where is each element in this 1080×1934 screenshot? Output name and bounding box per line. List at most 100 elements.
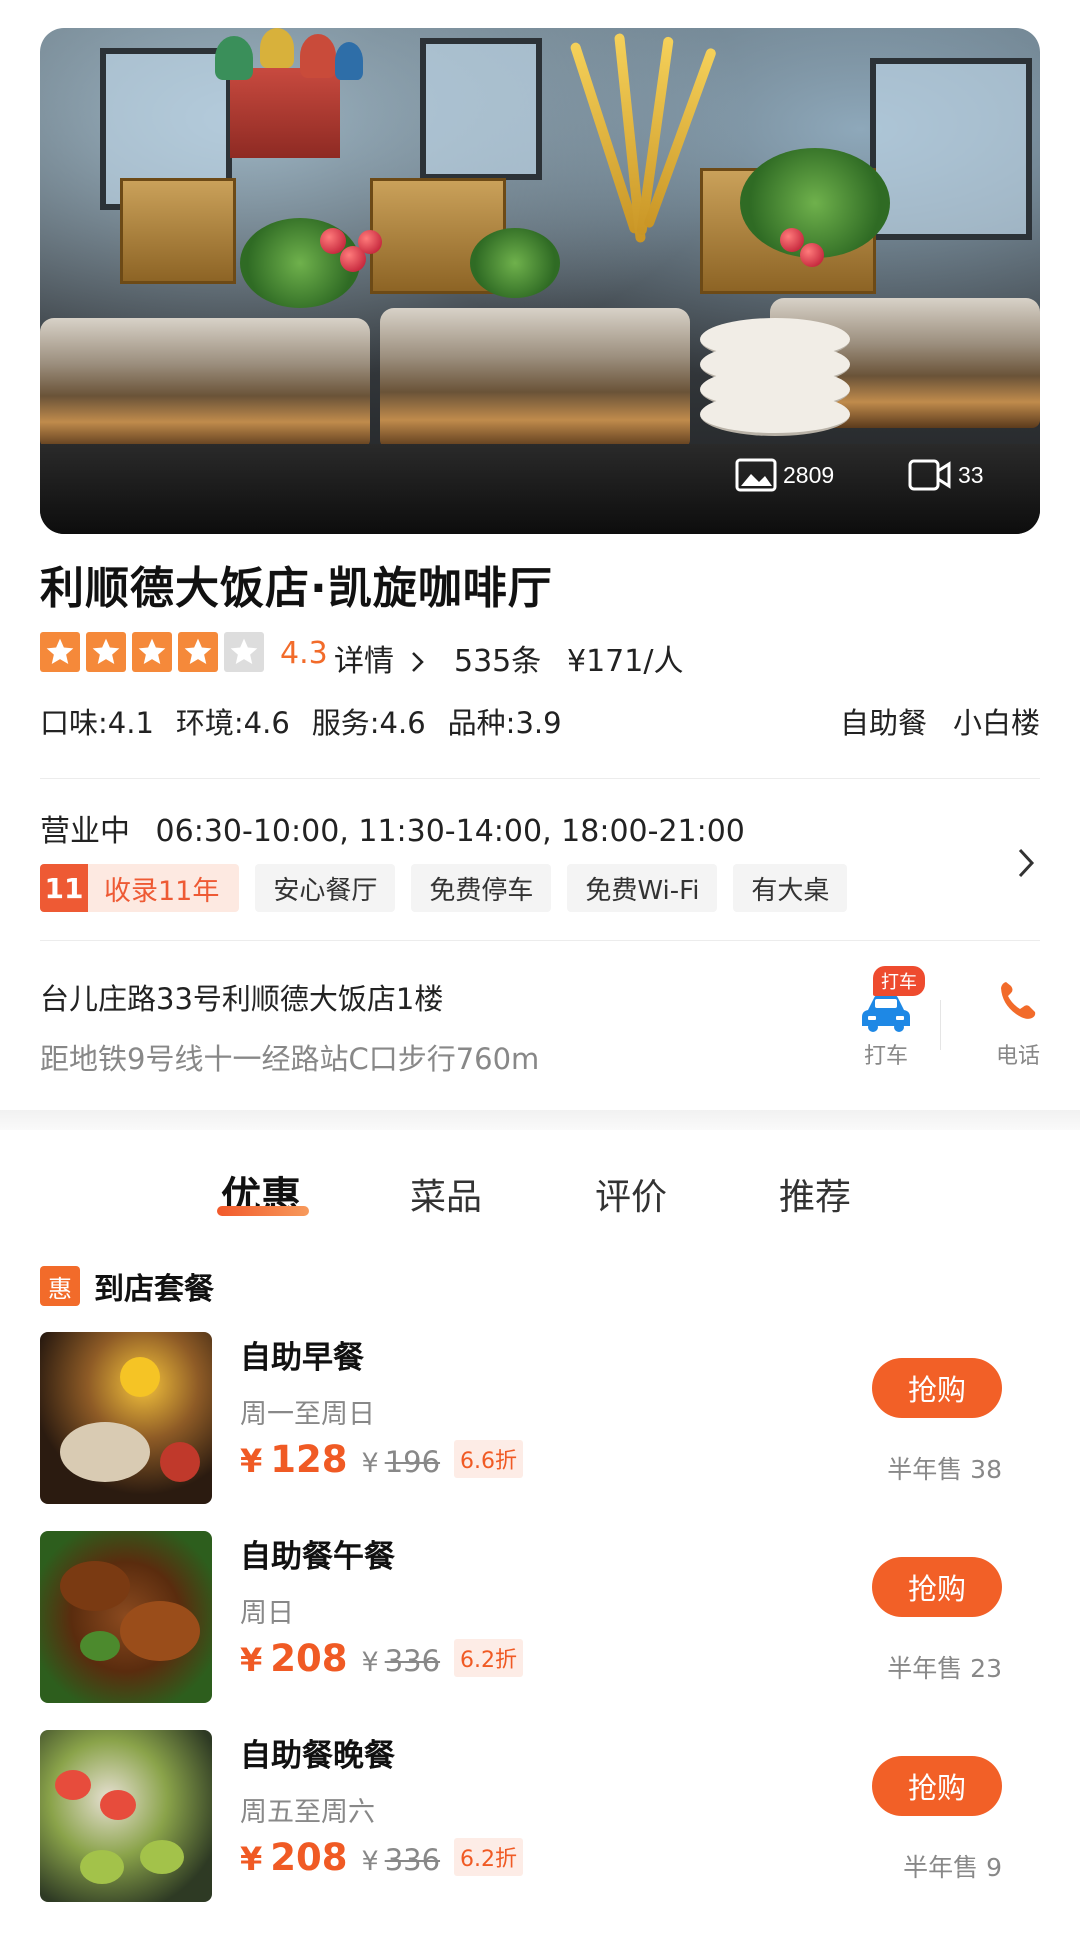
deal-pricing: ¥ 208 ¥ 336 6.2折	[240, 1637, 524, 1681]
star-rating	[40, 632, 264, 672]
discount-badge: 6.2折	[454, 1639, 524, 1677]
hours-times: 06:30-10:00, 11:30-14:00, 18:00-21:00	[155, 814, 745, 849]
category-tag[interactable]: 自助餐	[840, 700, 927, 742]
food-garnish	[55, 1770, 91, 1800]
deal-name: 自助餐午餐	[240, 1539, 395, 1575]
divider	[940, 1000, 941, 1050]
deal-price: 128	[270, 1438, 348, 1481]
avg-price: ¥171/人	[567, 644, 684, 679]
photo-count[interactable]: 2809	[735, 458, 834, 492]
buy-button[interactable]: 抢购	[872, 1358, 1002, 1418]
food-garnish	[160, 1442, 200, 1482]
restaurant-name: 利顺德大饭店·凯旋咖啡厅	[40, 563, 553, 614]
food-cup	[80, 1850, 124, 1884]
hero-photo[interactable]: 2809 33	[40, 28, 1040, 534]
discount-badge: 6.2折	[454, 1838, 524, 1876]
food-piece	[60, 1561, 130, 1611]
phone-icon	[1001, 982, 1036, 1019]
deal-item[interactable]: 自助餐晚餐 周五至周六 ¥ 208 ¥ 336 6.2折 抢购 半年售 9	[40, 1730, 1040, 1902]
score-service: 服务:4.6	[311, 706, 426, 740]
area-tag[interactable]: 小白楼	[953, 700, 1040, 742]
years-badge-number: 11	[40, 864, 88, 912]
score-variety: 品种:3.9	[447, 706, 562, 740]
years-badge: 11 收录11年	[40, 864, 240, 912]
deal-days: 周日	[240, 1598, 294, 1629]
deal-thumbnail	[40, 1730, 212, 1902]
food-garnish	[100, 1790, 136, 1820]
window-decoration	[870, 58, 1032, 240]
window-decoration	[420, 38, 542, 180]
video-count[interactable]: 33	[908, 458, 984, 492]
star-filled-icon	[86, 632, 126, 672]
deal-thumbnail	[40, 1531, 212, 1703]
deal-name: 自助餐晚餐	[240, 1738, 395, 1774]
original-currency: ¥	[361, 1846, 379, 1877]
chevron-right-icon[interactable]	[1016, 846, 1036, 880]
original-currency: ¥	[361, 1647, 379, 1678]
open-status: 营业中	[40, 814, 130, 849]
chafing-dish	[40, 318, 370, 448]
castle-dome	[335, 42, 363, 80]
castle-dome	[300, 34, 336, 78]
rating-detail-link[interactable]: 详情	[334, 636, 426, 680]
original-price: 336	[384, 1644, 441, 1678]
food-cup	[140, 1840, 184, 1874]
feature-chip-large-table: 有大桌	[733, 864, 848, 912]
business-hours[interactable]: 营业中 06:30-10:00, 11:30-14:00, 18:00-21:0…	[40, 806, 745, 850]
greens-decoration	[740, 148, 890, 258]
plate-stack	[700, 393, 850, 436]
divider	[40, 940, 1040, 941]
deal-icon: 惠	[40, 1266, 80, 1306]
sold-count: 半年售 23	[887, 1654, 1002, 1683]
food-piece	[120, 1601, 200, 1661]
deal-price: 208	[270, 1637, 348, 1680]
phone-button[interactable]: 电话	[988, 978, 1048, 1070]
deal-name: 自助早餐	[240, 1340, 364, 1376]
berry	[358, 230, 382, 254]
deal-days: 周一至周日	[240, 1399, 375, 1430]
years-badge-text: 收录11年	[88, 864, 240, 912]
deal-pricing: ¥ 208 ¥ 336 6.2折	[240, 1836, 524, 1880]
divider	[40, 778, 1040, 779]
price-currency: ¥	[240, 1641, 263, 1679]
berry	[800, 243, 824, 267]
buy-button[interactable]: 抢购	[872, 1557, 1002, 1617]
price-currency: ¥	[240, 1840, 263, 1878]
feature-chip-parking: 免费停车	[411, 864, 552, 912]
deal-thumbnail	[40, 1332, 212, 1504]
deal-item[interactable]: 自助早餐 周一至周日 ¥ 128 ¥ 196 6.6折 抢购 半年售 38	[40, 1332, 1040, 1504]
car-icon	[862, 994, 910, 1032]
berry	[780, 228, 804, 252]
tab-active-indicator	[217, 1206, 309, 1216]
score-taste: 口味:4.1	[40, 706, 154, 740]
deal-item[interactable]: 自助餐午餐 周日 ¥ 208 ¥ 336 6.2折 抢购 半年售 23	[40, 1531, 1040, 1703]
food-garnish	[120, 1357, 160, 1397]
metro-distance: 距地铁9号线十一经路站C口步行760m	[40, 1042, 540, 1076]
review-count[interactable]: 535条	[454, 636, 541, 680]
taxi-label: 打车	[863, 1044, 908, 1069]
original-price: 196	[384, 1445, 441, 1479]
deal-price: 208	[270, 1836, 348, 1879]
sold-count: 半年售 38	[887, 1455, 1002, 1484]
deal-days: 周五至周六	[240, 1797, 375, 1828]
tab-reviews[interactable]: 评价	[595, 1168, 667, 1220]
tab-recommend[interactable]: 推荐	[779, 1168, 851, 1220]
chafing-dish	[380, 308, 690, 448]
discount-badge: 6.6折	[454, 1440, 524, 1478]
section-header: 惠 到店套餐	[40, 1264, 214, 1308]
taxi-button[interactable]: 打车 打车	[836, 966, 936, 1070]
video-icon	[908, 459, 951, 491]
sub-scores: 口味:4.1 环境:4.6 服务:4.6 品种:3.9	[40, 700, 562, 742]
original-price: 336	[384, 1843, 441, 1877]
tab-dishes[interactable]: 菜品	[410, 1168, 482, 1220]
display-crate	[120, 178, 236, 284]
taxi-badge: 打车	[873, 966, 925, 996]
sold-count: 半年售 9	[903, 1853, 1002, 1882]
castle-dome	[260, 28, 294, 68]
food-plate	[60, 1422, 150, 1482]
address[interactable]: 台儿庄路33号利顺德大饭店1楼	[40, 976, 443, 1018]
star-empty-icon	[224, 632, 264, 672]
rating-detail-label: 详情	[334, 644, 394, 679]
buy-button[interactable]: 抢购	[872, 1756, 1002, 1816]
chevron-right-icon	[411, 652, 424, 672]
